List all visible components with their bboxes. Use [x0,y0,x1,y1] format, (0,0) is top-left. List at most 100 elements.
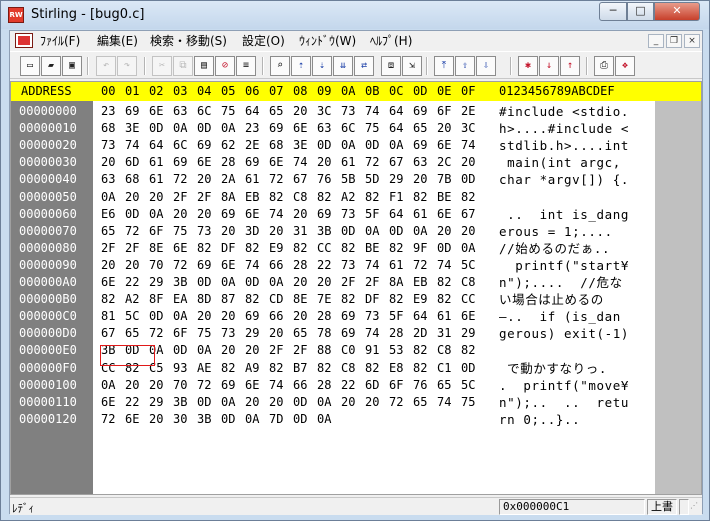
ascii-row[interactable]: #include <stdio. [489,103,655,120]
hex-byte[interactable]: 3B [197,411,221,428]
hex-byte[interactable]: 82 [101,291,125,308]
hex-byte[interactable]: 67 [389,154,413,171]
hex-byte[interactable]: 0D [389,223,413,240]
hex-byte[interactable]: 0D [293,411,317,428]
hex-byte[interactable]: 82 [413,189,437,206]
hex-byte[interactable]: 81 [101,308,125,325]
hex-byte[interactable]: 2C [437,154,461,171]
hex-byte[interactable]: 20 [413,171,437,188]
close-button[interactable]: ✕ [654,2,700,21]
hex-byte[interactable]: 76 [317,171,341,188]
hex-row[interactable]: 3B 0D 0A 0D 0A 20 20 2F 2F 88 C0 91 53 82 C8 82 [93,342,489,359]
hex-byte[interactable]: 6E [245,206,269,223]
hex-byte[interactable]: 20 [269,394,293,411]
mdi-close-button[interactable]: × [684,34,700,48]
hex-byte[interactable]: 30 [173,411,197,428]
hex-byte[interactable]: 70 [149,257,173,274]
hex-byte[interactable]: 63 [173,103,197,120]
ascii-row[interactable]: erous = 1;.... [489,223,655,240]
hex-byte[interactable]: 69 [173,154,197,171]
hex-byte[interactable]: 6C [197,103,221,120]
hex-byte[interactable]: 20 [125,257,149,274]
hex-byte[interactable]: 20 [437,223,461,240]
menu-window[interactable]: ｳｨﾝﾄﾞｳ(W) [299,33,356,49]
hex-byte[interactable]: 61 [389,257,413,274]
hex-byte[interactable]: 0A [149,342,173,359]
hex-byte[interactable]: CC [461,291,485,308]
help-book-button[interactable]: ❖ [615,56,635,76]
hex-byte[interactable]: 82 [245,240,269,257]
hex-row[interactable]: 81 5C 0D 0A 20 20 69 66 20 28 69 73 5F 64 61 6E [93,308,489,325]
hex-byte[interactable]: 69 [245,308,269,325]
hex-byte[interactable]: 0A [341,137,365,154]
hex-byte[interactable]: 8F [149,291,173,308]
hex-byte[interactable]: 74 [125,137,149,154]
hex-byte[interactable]: 3E [293,137,317,154]
hex-byte[interactable]: 6E [245,377,269,394]
hex-byte[interactable]: 73 [221,325,245,342]
hex-row[interactable]: 23 69 6E 63 6C 75 64 65 20 3C 73 74 64 69 6F 2E [93,103,489,120]
hex-byte[interactable]: 0D [293,394,317,411]
hex-byte[interactable]: 20 [197,171,221,188]
hex-byte[interactable]: 74 [461,137,485,154]
hex-byte[interactable]: 0A [149,206,173,223]
hex-byte[interactable]: 74 [293,154,317,171]
mark-button[interactable]: ✱ [518,56,538,76]
hex-byte[interactable]: 63 [413,154,437,171]
hex-byte[interactable]: 29 [389,171,413,188]
hex-byte[interactable]: 63 [101,171,125,188]
hex-byte[interactable]: 82 [389,291,413,308]
hex-byte[interactable]: 64 [389,103,413,120]
hex-byte[interactable]: 28 [317,377,341,394]
hex-byte[interactable]: 61 [413,206,437,223]
print-button[interactable]: ⎙ [594,56,614,76]
hex-byte[interactable]: F1 [389,189,413,206]
hex-byte[interactable]: 31 [437,325,461,342]
hex-byte[interactable]: 20 [173,206,197,223]
hex-byte[interactable]: 82 [365,360,389,377]
hex-byte[interactable]: 75 [173,223,197,240]
hex-byte[interactable]: 2F [101,240,125,257]
hex-byte[interactable]: 82 [437,274,461,291]
hex-byte[interactable]: 7E [317,291,341,308]
hex-byte[interactable]: 6C [173,137,197,154]
hex-byte[interactable]: 75 [365,120,389,137]
hex-byte[interactable]: A9 [245,360,269,377]
hex-byte[interactable]: 66 [269,257,293,274]
hex-byte[interactable]: 8E [149,240,173,257]
hex-byte[interactable]: 20 [245,394,269,411]
hex-byte[interactable]: 61 [341,154,365,171]
hex-byte[interactable]: 65 [101,223,125,240]
hex-byte[interactable]: 72 [365,154,389,171]
mark-prev-button[interactable]: ↑ [560,56,580,76]
hex-byte[interactable]: 0D [317,137,341,154]
hex-byte[interactable]: 0A [173,120,197,137]
hex-byte[interactable]: 8E [293,291,317,308]
hex-byte[interactable]: 22 [317,257,341,274]
hex-byte[interactable]: 20 [341,394,365,411]
hex-byte[interactable]: 69 [221,377,245,394]
hex-byte[interactable]: 76 [413,377,437,394]
hex-row[interactable]: 68 3E 0D 0A 0D 0A 23 69 6E 63 6C 75 64 65 20 3C [93,120,489,137]
hex-byte[interactable]: 3B [101,342,125,359]
hex-byte[interactable]: 2F [269,342,293,359]
hex-byte[interactable]: 6E [293,120,317,137]
hex-byte[interactable]: 6F [389,377,413,394]
mark-next-button[interactable]: ↓ [539,56,559,76]
hex-byte[interactable]: 20 [365,394,389,411]
hex-byte[interactable]: 0D [197,120,221,137]
hex-byte[interactable]: 74 [245,257,269,274]
hex-byte[interactable]: 65 [293,325,317,342]
down-button[interactable]: ⇩ [476,56,496,76]
hex-byte[interactable]: 73 [365,308,389,325]
hex-byte[interactable]: 20 [125,189,149,206]
hex-byte[interactable]: 22 [341,377,365,394]
new-file-button[interactable]: ▭ [20,56,40,76]
hex-byte[interactable]: 67 [293,171,317,188]
hex-byte[interactable]: 69 [413,137,437,154]
menu-search[interactable]: 検索・移動(S) [150,33,227,49]
hex-byte[interactable]: EB [413,274,437,291]
document-icon[interactable] [15,33,33,48]
hex-byte[interactable]: 6E [437,206,461,223]
hex-byte[interactable]: 6E [197,154,221,171]
